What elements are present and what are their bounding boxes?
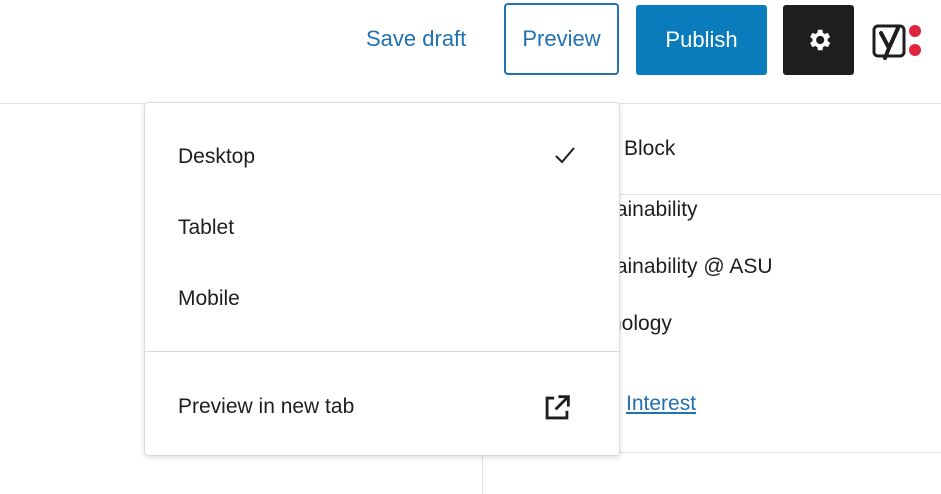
sidebar-item[interactable]: tainability @ ASU: [610, 255, 773, 279]
yoast-button[interactable]: [872, 22, 941, 62]
editor-header: Save draft Preview Publish: [0, 0, 941, 104]
yoast-logo-icon: [872, 24, 921, 60]
preview-dropdown-menu: Desktop Tablet Mobile Preview in new tab: [144, 102, 620, 456]
checkmark-icon: [555, 147, 575, 164]
menu-item-label: Preview in new tab: [178, 395, 355, 418]
settings-button[interactable]: [783, 5, 854, 75]
external-link-icon: [545, 395, 570, 420]
menu-item-label: Tablet: [178, 216, 235, 239]
publish-button[interactable]: Publish: [636, 5, 767, 75]
menu-item-tablet[interactable]: Tablet: [145, 200, 619, 260]
menu-item-desktop[interactable]: Desktop: [145, 129, 619, 189]
menu-item-mobile[interactable]: Mobile: [145, 271, 619, 331]
sidebar-item[interactable]: tainability: [610, 198, 698, 222]
save-draft-button[interactable]: Save draft: [366, 26, 466, 52]
sidebar-link[interactable]: Interest: [626, 392, 696, 416]
sidebar-block-tab[interactable]: Block: [624, 137, 675, 161]
gear-icon: [809, 29, 830, 51]
preview-button[interactable]: Preview: [504, 3, 619, 75]
menu-item-preview-new-tab[interactable]: Preview in new tab: [145, 379, 619, 439]
menu-divider: [145, 351, 619, 352]
menu-item-label: Desktop: [178, 145, 256, 168]
menu-item-label: Mobile: [178, 287, 240, 310]
